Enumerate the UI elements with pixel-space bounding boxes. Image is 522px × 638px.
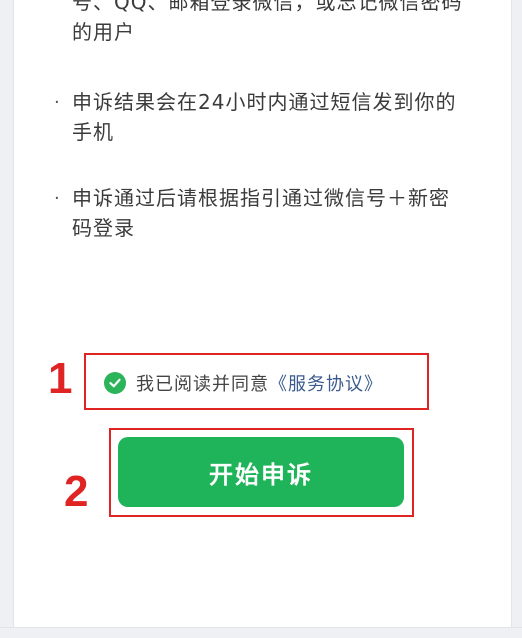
right-frame-edge [511,0,522,638]
service-agreement-link[interactable]: 《服务协议》 [269,370,383,396]
annotation-number-2: 2 [64,467,89,516]
left-frame-edge [0,0,14,638]
instruction-item-2-line-1: 申诉结果会在24小时内通过短信发到你的 [72,90,457,114]
instruction-item-3-line-1: 申诉通过后请根据指引通过微信号＋新密 [72,186,450,210]
agreement-row[interactable]: 我已阅读并同意 《服务协议》 [104,370,383,396]
bullet-point: · [54,188,60,209]
instruction-item-3-line-2: 码登录 [72,216,135,240]
start-appeal-button[interactable]: 开始申诉 [118,437,404,507]
instruction-partial-line: 号、QQ、邮箱登录微信，或忘记微信密码 [72,0,463,14]
bottom-frame-edge [0,627,522,638]
agreement-text: 我已阅读并同意 [136,374,269,395]
annotation-number-1: 1 [48,354,73,403]
bullet-point: · [54,92,60,113]
instruction-line-continued: 的用户 [72,20,135,44]
instruction-item-2-line-2: 手机 [72,120,114,144]
checkmark-icon[interactable] [104,372,126,394]
